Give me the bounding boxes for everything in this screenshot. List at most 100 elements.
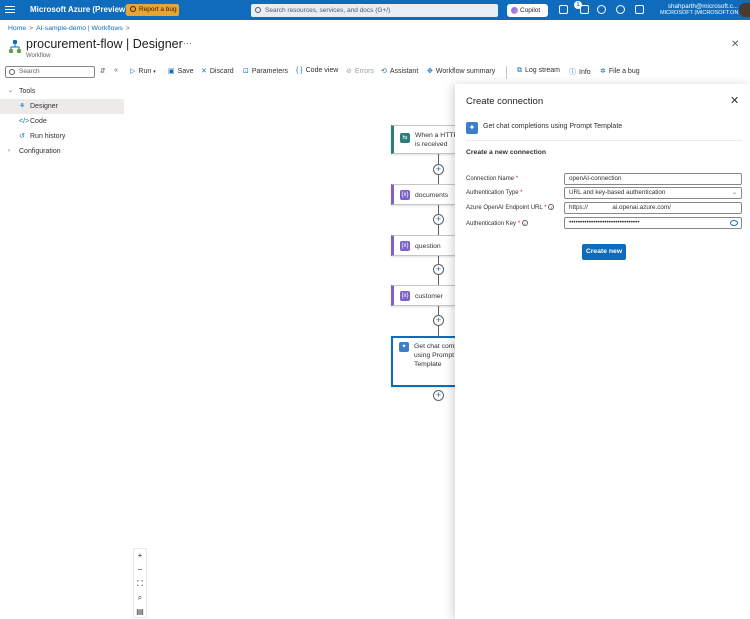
help-icon[interactable] — [616, 5, 625, 14]
log-stream-icon: ⧉ — [517, 67, 522, 74]
assistant-button[interactable]: ⟲ Assistant — [381, 67, 418, 75]
code-view-button[interactable]: { } Code view — [296, 67, 338, 74]
nav-item-code[interactable]: </> Code — [0, 114, 124, 129]
create-connection-panel: Create connection ✕ ✦ Get chat completio… — [455, 84, 750, 619]
workflow-node-documents[interactable]: {x} documents — [391, 184, 461, 205]
search-icon — [9, 69, 15, 75]
file-bug-button[interactable]: ✲ File a bug — [600, 67, 640, 75]
logic-app-icon — [9, 40, 21, 53]
openai-icon: ✦ — [466, 122, 478, 134]
settings-gear-icon[interactable] — [597, 5, 606, 14]
variable-icon: {x} — [400, 291, 410, 301]
portal-brand[interactable]: Microsoft Azure (Preview) — [30, 5, 128, 14]
zoom-in-button[interactable]: + — [134, 549, 146, 563]
avatar[interactable] — [739, 3, 750, 17]
parameters-icon: ⊡ — [243, 68, 249, 75]
chevron-down-icon: ⌄ — [731, 190, 737, 196]
workflow-node-question[interactable]: {x} question — [391, 235, 461, 256]
user-tenant: MICROSOFT (MICROSOFT.ONMI... — [660, 10, 738, 16]
error-icon: ⊘ — [346, 68, 352, 75]
breadcrumb-workflows[interactable]: AI-sample-demo | Workflows — [36, 25, 123, 32]
parameters-button[interactable]: ⊡ Parameters — [243, 67, 288, 75]
designer-icon: ⚘ — [19, 103, 26, 110]
add-step-button[interactable]: + — [433, 390, 444, 401]
user-name: shahparth@microsoft.c... — [667, 3, 738, 10]
global-search-input[interactable]: Search resources, services, and docs (G+… — [251, 4, 498, 17]
save-button[interactable]: ▣ Save — [168, 67, 194, 75]
authentication-key-input[interactable]: •••••••••••••••••••••••••••••••• — [564, 217, 742, 229]
workflow-node-customer[interactable]: {x} customer — [391, 285, 461, 306]
discard-button[interactable]: ✕ Discard — [201, 67, 234, 75]
action-name: Get chat completions using Prompt Templa… — [483, 123, 623, 130]
add-step-button[interactable]: + — [433, 315, 444, 326]
info-icon[interactable]: i — [521, 220, 528, 226]
variable-icon: {x} — [400, 190, 410, 200]
close-blade-button[interactable]: ✕ — [731, 39, 739, 50]
account-menu[interactable]: shahparth@microsoft.c... MICROSOFT (MICR… — [660, 3, 738, 17]
panel-divider — [466, 140, 742, 141]
info-icon: ⓘ — [569, 69, 576, 76]
info-button[interactable]: ⓘ Info — [569, 67, 591, 77]
feedback-icon[interactable] — [635, 5, 644, 14]
chevron-right-icon: › — [8, 148, 10, 154]
bug-icon — [130, 6, 136, 12]
nav-group-tools[interactable]: ⌄ Tools — [0, 84, 124, 99]
add-step-button[interactable]: + — [433, 264, 444, 275]
canvas-zoom-controls: + − ⛶ ⌕ ▤ — [133, 548, 147, 618]
save-icon: ▣ — [168, 68, 175, 75]
close-panel-button[interactable]: ✕ — [730, 94, 739, 107]
nav-group-configuration[interactable]: › Configuration — [0, 144, 124, 159]
left-nav: ⌄ Tools ⚘ Designer </> Code ↺ Run history › C… — [0, 84, 124, 159]
add-step-button[interactable]: + — [433, 214, 444, 225]
assistant-icon: ⟲ — [381, 68, 387, 75]
copilot-icon — [511, 7, 518, 14]
page-subtitle: Workflow — [26, 53, 51, 59]
breadcrumb-home[interactable]: Home — [8, 25, 26, 32]
errors-button[interactable]: ⊘ Errors — [346, 67, 374, 75]
report-bug-button[interactable]: Report a bug — [126, 4, 179, 16]
add-step-button[interactable]: + — [433, 164, 444, 175]
chevron-down-icon: ▾ — [153, 69, 156, 75]
code-icon: </> — [19, 118, 30, 125]
log-stream-button[interactable]: ⧉ Log stream — [517, 67, 560, 75]
toolbar-divider — [506, 66, 507, 79]
panel-title: Create connection — [466, 96, 544, 107]
history-icon: ↺ — [19, 133, 25, 140]
authentication-type-select[interactable]: URL and key-based authentication ⌄ — [564, 187, 742, 199]
play-icon: ▷ — [130, 68, 136, 75]
expand-collapse-icon[interactable]: ⇵ — [100, 67, 106, 75]
minimap-icon[interactable]: ▤ — [134, 605, 146, 619]
braces-icon: { } — [296, 67, 303, 74]
run-button[interactable]: ▷ Run ▾ — [130, 67, 156, 75]
connection-name-input[interactable]: openAI-connection — [564, 173, 742, 185]
cloud-shell-icon[interactable] — [559, 5, 568, 14]
hamburger-menu-icon[interactable] — [5, 4, 15, 15]
zoom-out-button[interactable]: − — [134, 563, 146, 577]
connection-name-label: Connection Name * — [466, 176, 519, 182]
info-icon[interactable]: i — [548, 204, 555, 210]
zoom-search-icon[interactable]: ⌕ — [134, 591, 146, 605]
search-icon — [255, 7, 261, 13]
endpoint-url-label: Azure OpenAI Endpoint URL * i — [466, 204, 555, 211]
workflow-summary-button[interactable]: ✥ Workflow summary — [427, 67, 495, 75]
close-icon: ✕ — [201, 68, 207, 75]
menu-search-input[interactable]: Search — [5, 66, 95, 78]
chevron-down-icon: ⌄ — [8, 88, 14, 94]
openai-icon: ✦ — [399, 342, 409, 352]
workflow-node-chat-completions[interactable]: ✦ Get chat comp using Prompt Template — [391, 336, 461, 387]
collapse-menu-icon[interactable]: « — [114, 67, 118, 74]
summary-icon: ✥ — [427, 68, 433, 75]
bug-icon: ✲ — [600, 68, 606, 75]
notification-count-badge: 1 — [574, 1, 582, 9]
fit-view-button[interactable]: ⛶ — [134, 577, 146, 591]
authentication-type-label: Authentication Type * — [466, 190, 523, 196]
nav-item-run-history[interactable]: ↺ Run history — [0, 129, 124, 144]
nav-item-designer[interactable]: ⚘ Designer — [0, 99, 124, 114]
create-new-button[interactable]: Create new — [582, 244, 626, 260]
show-password-eye-icon[interactable] — [730, 220, 738, 226]
more-options-button[interactable]: ··· — [183, 38, 192, 48]
http-trigger-icon: ⇆ — [400, 133, 410, 143]
copilot-button[interactable]: Copilot — [507, 4, 548, 17]
endpoint-url-input[interactable]: https:// ai.openai.azure.com/ — [564, 202, 742, 214]
workflow-node-trigger[interactable]: ⇆ When a HTTP is received — [391, 125, 461, 154]
